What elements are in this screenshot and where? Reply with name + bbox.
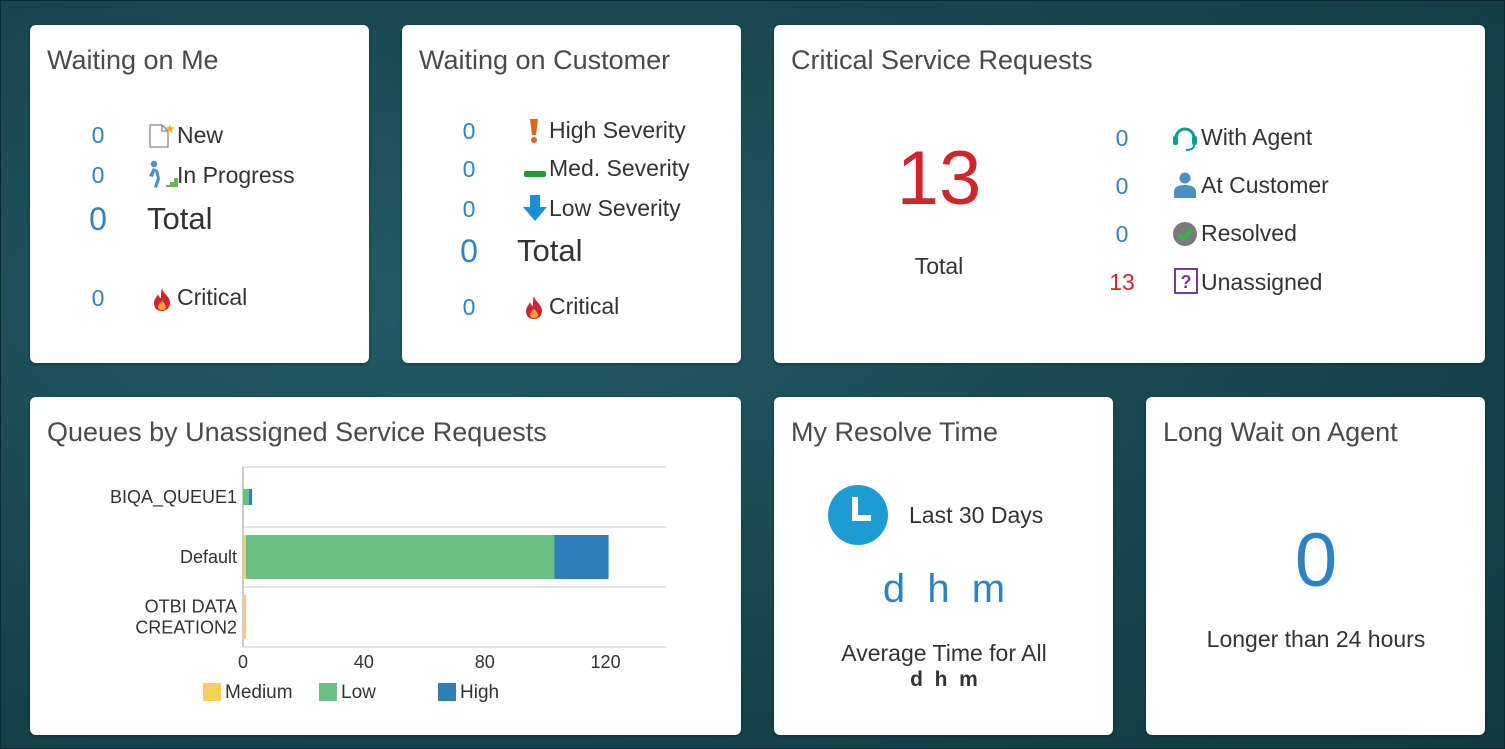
exclamation-icon: [527, 117, 541, 150]
legend-item-high[interactable]: High: [438, 682, 499, 704]
legend-swatch: [203, 683, 221, 701]
x-tick-label: 120: [591, 652, 621, 672]
low-severity-label: Low Severity: [549, 195, 681, 221]
fire-icon: [522, 294, 546, 325]
critical-service-requests-card[interactable]: Critical Service Requests 13 Total 0 Wit…: [774, 25, 1485, 363]
card-title: Waiting on Me: [47, 45, 219, 75]
customer-icon: [1172, 170, 1198, 205]
at-customer-label: At Customer: [1201, 172, 1329, 198]
resolve-time-value[interactable]: d h m: [814, 567, 1074, 612]
total-count[interactable]: 0: [454, 233, 484, 270]
in-progress-count[interactable]: 0: [83, 162, 113, 189]
resolved-count[interactable]: 0: [1107, 221, 1137, 248]
high-severity-label: High Severity: [549, 117, 686, 143]
bar-low-1: [246, 535, 555, 579]
total-label: Total: [517, 233, 583, 268]
new-count[interactable]: 0: [83, 122, 113, 149]
long-wait-count[interactable]: 0: [1236, 517, 1396, 604]
at-customer-count[interactable]: 0: [1107, 173, 1137, 200]
critical-total-label: Total: [914, 253, 964, 279]
category-label: Default: [180, 547, 237, 567]
med-severity-count[interactable]: 0: [454, 156, 484, 183]
total-label: Total: [147, 201, 213, 236]
waiting-on-customer-card[interactable]: Waiting on Customer 0 High Severity 0 Me…: [402, 25, 741, 363]
legend-item-medium[interactable]: Medium: [203, 682, 293, 704]
queues-bar-chart: BIQA_QUEUE1 Default OTBI DATA CREATION20 40 8…: [110, 466, 666, 672]
clock-icon: [827, 484, 889, 551]
resolved-label: Resolved: [1201, 220, 1297, 246]
critical-count[interactable]: 0: [83, 285, 113, 312]
average-time-label: Average Time for All: [841, 640, 1047, 666]
arrow-down-icon: [522, 193, 548, 228]
legend-label: Medium: [225, 682, 293, 703]
low-severity-count[interactable]: 0: [454, 196, 484, 223]
question-icon: ?: [1173, 267, 1199, 300]
long-wait-on-agent-card[interactable]: Long Wait on Agent 0 Longer than 24 hour…: [1146, 397, 1485, 735]
x-tick-label: 80: [475, 652, 495, 672]
card-title: Waiting on Customer: [419, 45, 671, 75]
x-tick-label: 0: [238, 652, 248, 672]
dash-icon: [523, 165, 547, 183]
x-tick-label: 40: [354, 652, 374, 672]
bar-medium-1: [243, 535, 247, 579]
critical-count[interactable]: 0: [454, 294, 484, 321]
unassigned-label: Unassigned: [1201, 269, 1323, 295]
with-agent-count[interactable]: 0: [1107, 125, 1137, 152]
with-agent-label: With Agent: [1201, 124, 1313, 150]
card-title: My Resolve Time: [791, 417, 999, 447]
long-wait-label: Longer than 24 hours: [1206, 626, 1426, 652]
new-document-icon: [147, 123, 175, 154]
headset-icon: [1170, 122, 1200, 157]
new-label: New: [177, 122, 224, 148]
category-label: BIQA_QUEUE1: [110, 487, 237, 508]
fire-icon: [150, 286, 174, 317]
bar-low-0: [243, 489, 250, 505]
card-title: Long Wait on Agent: [1163, 417, 1398, 447]
legend-label: High: [460, 682, 500, 703]
high-severity-count[interactable]: 0: [454, 118, 484, 145]
unassigned-count[interactable]: 13: [1099, 269, 1145, 296]
bar-medium-2: [243, 595, 247, 639]
bar-high-0: [249, 489, 253, 505]
legend-swatch: [438, 683, 456, 701]
critical-total-count[interactable]: 13: [874, 135, 1004, 222]
critical-label: Critical: [549, 293, 620, 319]
in-progress-label: In Progress: [177, 162, 295, 188]
queues-chart-card[interactable]: Queues by Unassigned Service Requests BI…: [30, 397, 741, 735]
legend-item-low[interactable]: Low: [319, 682, 376, 704]
period-label: Last 30 Days: [909, 502, 1044, 528]
my-resolve-time-card[interactable]: My Resolve Time Last 30 Days d h m Avera…: [774, 397, 1113, 735]
bar-high-1: [554, 535, 609, 579]
legend-swatch: [319, 683, 337, 701]
average-time-value: d h m: [910, 668, 978, 691]
legend-label: Low: [341, 682, 376, 703]
total-count[interactable]: 0: [83, 201, 113, 238]
category-label: OTBI DATA CREATION2: [135, 597, 237, 638]
waiting-on-me-card[interactable]: Waiting on Me 0 New 0 In Progress 0 Tota…: [30, 25, 369, 363]
svg-text:?: ?: [1181, 272, 1192, 292]
critical-label: Critical: [177, 284, 248, 310]
card-title: Critical Service Requests: [791, 45, 1093, 75]
resolved-check-icon: [1171, 220, 1199, 253]
in-progress-icon: [145, 160, 179, 195]
med-severity-label: Med. Severity: [549, 155, 690, 181]
